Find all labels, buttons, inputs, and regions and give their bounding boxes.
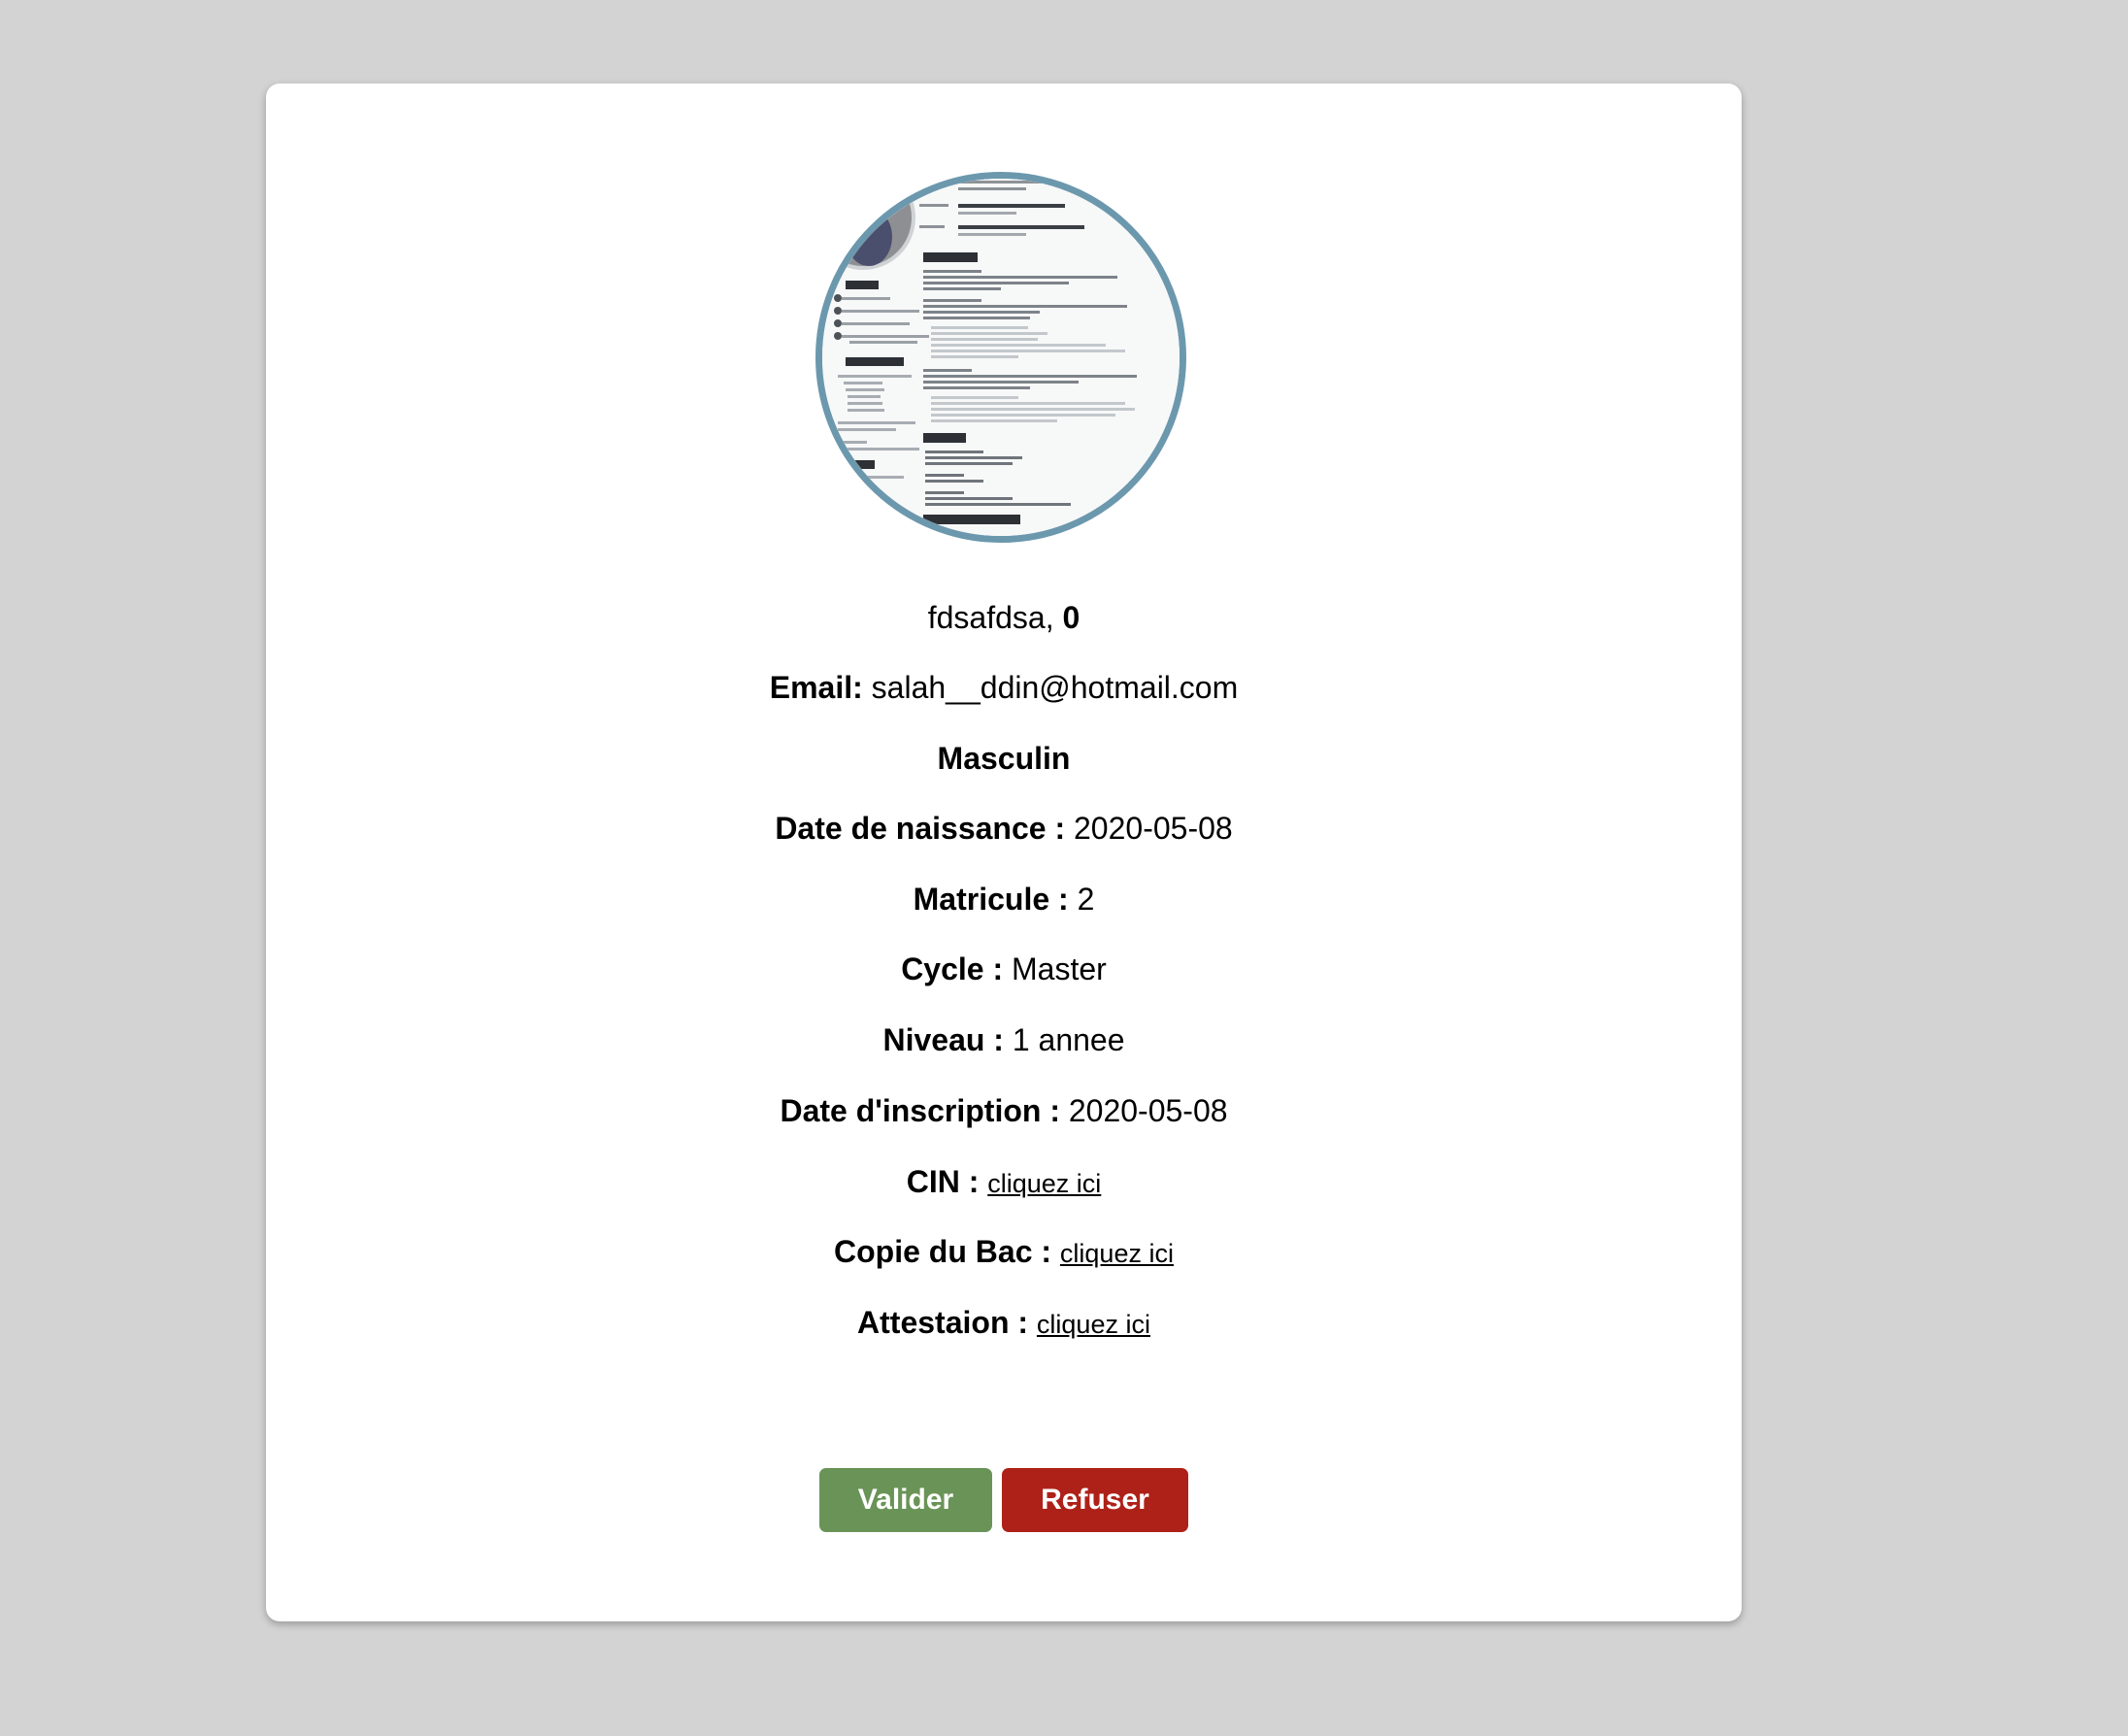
resume-thumbnail-image (822, 179, 1180, 536)
validate-button[interactable]: Valider (819, 1468, 992, 1532)
matricule-value: 2 (1077, 882, 1095, 917)
attestation-label: Attestaion : (857, 1305, 1029, 1340)
niveau-row: Niveau : 1 annee (266, 1022, 1742, 1057)
email-row: Email: salah__ddin@hotmail.com (266, 670, 1742, 705)
cycle-value: Master (1012, 951, 1107, 986)
student-id-value: 0 (1062, 600, 1081, 635)
birth-date-value: 2020-05-08 (1074, 811, 1233, 846)
inscription-date-label: Date d'inscription : (780, 1093, 1060, 1128)
refuse-button[interactable]: Refuser (1002, 1468, 1188, 1532)
student-name: fdsafdsa, (927, 600, 1054, 635)
attestation-row: Attestaion : cliquez ici (266, 1305, 1742, 1342)
cycle-row: Cycle : Master (266, 951, 1742, 986)
matricule-label: Matricule : (913, 882, 1069, 917)
gender-row: Masculin (266, 741, 1742, 776)
email-label: Email: (769, 670, 863, 705)
profile-photo (815, 172, 1186, 543)
bac-link[interactable]: cliquez ici (1060, 1239, 1174, 1268)
bac-row: Copie du Bac : cliquez ici (266, 1234, 1742, 1271)
birth-date-row: Date de naissance : 2020-05-08 (266, 811, 1742, 846)
email-value: salah__ddin@hotmail.com (871, 670, 1239, 705)
inscription-date-value: 2020-05-08 (1068, 1093, 1228, 1128)
inscription-date-row: Date d'inscription : 2020-05-08 (266, 1093, 1742, 1128)
cin-link[interactable]: cliquez ici (987, 1169, 1101, 1198)
cin-label: CIN : (906, 1164, 980, 1199)
bac-label: Copie du Bac : (834, 1234, 1052, 1269)
niveau-label: Niveau : (882, 1022, 1004, 1057)
cin-row: CIN : cliquez ici (266, 1164, 1742, 1201)
matricule-row: Matricule : 2 (266, 882, 1742, 917)
birth-date-label: Date de naissance : (775, 811, 1066, 846)
attestation-link[interactable]: cliquez ici (1037, 1310, 1150, 1339)
gender-value: Masculin (937, 741, 1071, 776)
cycle-label: Cycle : (901, 951, 1004, 986)
niveau-value: 1 annee (1012, 1022, 1125, 1057)
student-name-line: fdsafdsa, 0 (266, 600, 1742, 635)
student-card: fdsafdsa, 0 Email: salah__ddin@hotmail.c… (266, 83, 1742, 1621)
